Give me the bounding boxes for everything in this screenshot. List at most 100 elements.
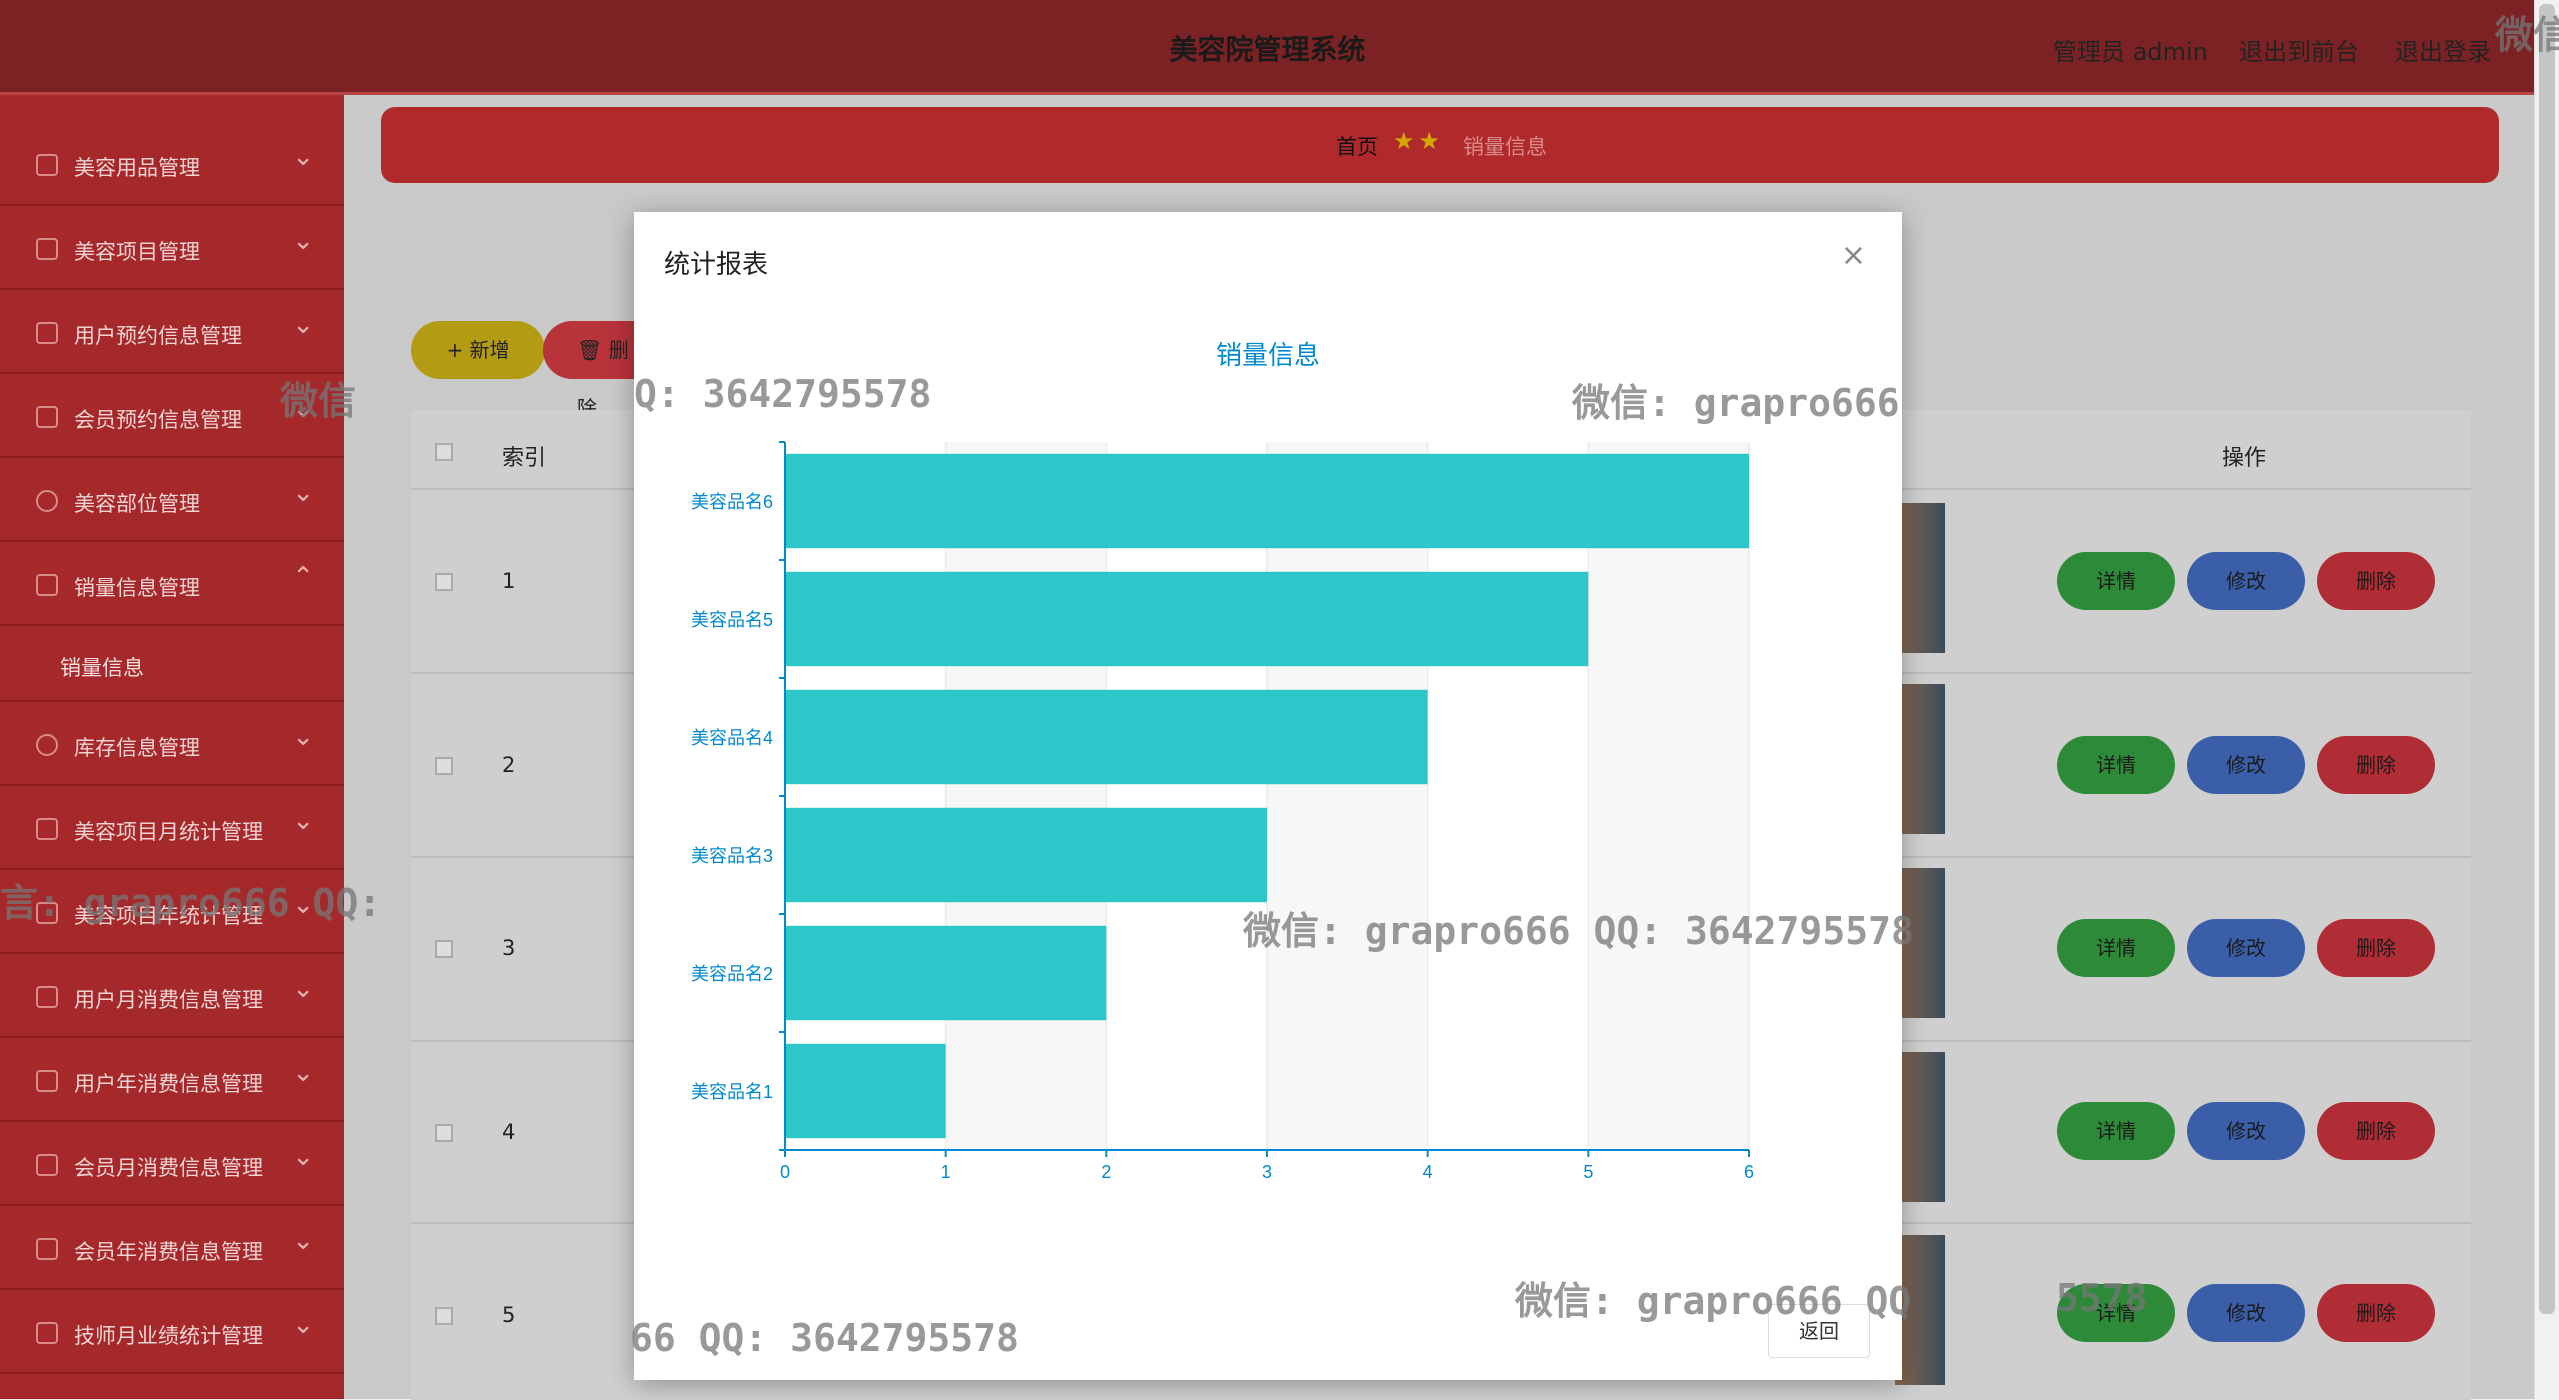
delete-button[interactable]: 🗑 删除 xyxy=(543,321,643,420)
row-checkbox[interactable] xyxy=(435,573,453,591)
row-checkbox[interactable] xyxy=(435,1124,453,1142)
sidebar-subitem-sales-info[interactable]: 销量信息 xyxy=(0,626,344,702)
chevron-down-icon: ⌄ xyxy=(292,310,314,340)
watermark-text: 微信: grapro666 QQ xyxy=(1515,1279,1912,1323)
watermark-text: 微信: grapro666 QQ: 3642795578 xyxy=(1243,909,1914,953)
sidebar-item-sales[interactable]: 销量信息管理 ⌃ xyxy=(0,542,344,626)
row-checkbox[interactable] xyxy=(435,1307,453,1325)
sidebar-item-body-parts[interactable]: 美容部位管理 ⌄ xyxy=(0,458,344,542)
row-index: 5 xyxy=(502,1303,516,1327)
product-thumbnail xyxy=(1895,503,1945,653)
sidebar-item-member-monthly[interactable]: 会员月消费信息管理 ⌄ xyxy=(0,1122,344,1206)
bar xyxy=(785,689,1428,785)
chevron-down-icon: ⌄ xyxy=(292,226,314,256)
gear-icon xyxy=(36,734,58,756)
sidebar-item-label: 美容项目管理 xyxy=(74,240,200,264)
report-icon xyxy=(36,1322,58,1344)
sidebar-item-beauty-supplies[interactable]: 美容用品管理 ⌄ xyxy=(0,122,344,206)
monitor-icon xyxy=(36,322,58,344)
y-tick-label: 美容品名1 xyxy=(691,1082,773,1102)
page-scrollbar[interactable] xyxy=(2534,0,2559,1399)
y-tick-label: 美容品名5 xyxy=(691,610,773,630)
sidebar-item-label: 会员年消费信息管理 xyxy=(74,1240,263,1264)
grid-icon xyxy=(36,1070,58,1092)
sidebar-item-label: 销量信息管理 xyxy=(74,576,200,600)
modal-title: 统计报表 xyxy=(664,250,769,280)
chevron-down-icon: ⌄ xyxy=(292,722,314,752)
bar xyxy=(785,807,1267,903)
breadcrumb-home[interactable]: 首页 xyxy=(1336,131,1378,161)
box-icon xyxy=(36,154,58,176)
sales-bar-chart: 销量信息 美容品名1 美容品名2 美容品名3 美容品名4 美容品名5 美容品名6 0 1 2 3 4… xyxy=(691,340,1754,1182)
phone-icon xyxy=(36,986,58,1008)
doc-icon xyxy=(36,238,58,260)
sidebar-item-user-yearly[interactable]: 用户年消费信息管理 ⌄ xyxy=(0,1038,344,1122)
detail-button[interactable]: 详情 xyxy=(2057,736,2175,794)
sidebar-item-label: 美容用品管理 xyxy=(74,156,200,180)
chat-icon xyxy=(36,1238,58,1260)
row-delete-button[interactable]: 删除 xyxy=(2317,1102,2435,1160)
flag-icon xyxy=(36,1154,58,1176)
edit-button[interactable]: 修改 xyxy=(2187,552,2305,610)
compass-icon xyxy=(36,490,58,512)
row-checkbox[interactable] xyxy=(435,757,453,775)
detail-button[interactable]: 详情 xyxy=(2057,552,2175,610)
row-index: 1 xyxy=(502,569,516,593)
row-delete-button[interactable]: 删除 xyxy=(2317,552,2435,610)
sidebar-item-user-monthly[interactable]: 用户月消费信息管理 ⌄ xyxy=(0,954,344,1038)
edit-button[interactable]: 修改 xyxy=(2187,736,2305,794)
select-all-checkbox[interactable] xyxy=(435,443,453,461)
bar xyxy=(785,925,1107,1021)
row-delete-button[interactable]: 删除 xyxy=(2317,919,2435,977)
row-index: 3 xyxy=(502,936,516,960)
sidebar-item-beauty-projects[interactable]: 美容项目管理 ⌄ xyxy=(0,206,344,290)
watermark-text: 言: grapro666 QQ: xyxy=(0,881,382,925)
sidebar-item-label: 用户月消费信息管理 xyxy=(74,988,263,1012)
close-icon[interactable]: × xyxy=(1841,238,1866,273)
chevron-down-icon: ⌄ xyxy=(292,806,314,836)
row-checkbox[interactable] xyxy=(435,940,453,958)
detail-button[interactable]: 详情 xyxy=(2057,1102,2175,1160)
sidebar-item-member-yearly[interactable]: 会员年消费信息管理 ⌄ xyxy=(0,1206,344,1290)
breadcrumb: 首页 ★★ 销量信息 xyxy=(381,107,2499,183)
edit-button[interactable]: 修改 xyxy=(2187,1284,2305,1342)
chevron-down-icon: ⌄ xyxy=(292,1142,314,1172)
y-tick-label: 美容品名3 xyxy=(691,846,773,866)
row-index: 4 xyxy=(502,1120,516,1144)
watermark-text: 微信 xyxy=(280,379,357,423)
column-header-action: 操作 xyxy=(2222,446,2267,471)
edit-button[interactable]: 修改 xyxy=(2187,1102,2305,1160)
sidebar-item-label: 库存信息管理 xyxy=(74,736,200,760)
row-delete-button[interactable]: 删除 xyxy=(2317,736,2435,794)
sidebar-item-project-monthly[interactable]: 美容项目月统计管理 ⌄ xyxy=(0,786,344,870)
row-index: 2 xyxy=(502,753,516,777)
y-tick-label: 美容品名2 xyxy=(691,964,773,984)
y-tick-label: 美容品名4 xyxy=(691,728,773,748)
sidebar-item-technician-monthly[interactable]: 技师月业绩统计管理 ⌄ xyxy=(0,1290,344,1374)
scrollbar-thumb[interactable] xyxy=(2539,4,2555,1314)
detail-button[interactable]: 详情 xyxy=(2057,919,2175,977)
watermark-text: 5578 xyxy=(2056,1276,2148,1320)
sidebar-item-user-booking[interactable]: 用户预约信息管理 ⌄ xyxy=(0,290,344,374)
sidebar-item-label: 用户年消费信息管理 xyxy=(74,1072,263,1096)
sidebar-item-label: 美容项目月统计管理 xyxy=(74,820,263,844)
row-delete-button[interactable]: 删除 xyxy=(2317,1284,2435,1342)
logout-link[interactable]: 退出登录 xyxy=(2395,32,2491,67)
bar xyxy=(785,453,1749,549)
chevron-down-icon: ⌄ xyxy=(292,142,314,172)
sidebar-item-label: 会员预约信息管理 xyxy=(74,408,242,432)
watermark-text: 66 QQ: 3642795578 xyxy=(630,1316,1019,1360)
bar xyxy=(785,1043,946,1139)
sidebar-item-label: 技师月业绩统计管理 xyxy=(74,1324,263,1348)
admin-user-link[interactable]: 管理员 admin xyxy=(2053,32,2208,67)
mail-icon xyxy=(36,818,58,840)
sidebar-item-inventory[interactable]: 库存信息管理 ⌄ xyxy=(0,702,344,786)
sidebar-item-label: 美容部位管理 xyxy=(74,492,200,516)
trash-icon: 🗑 xyxy=(577,338,603,362)
add-button[interactable]: + 新增 xyxy=(411,321,545,379)
exit-to-front-link[interactable]: 退出到前台 xyxy=(2239,32,2359,67)
chevron-up-icon: ⌃ xyxy=(292,562,314,592)
chevron-down-icon: ⌄ xyxy=(292,1310,314,1340)
edit-button[interactable]: 修改 xyxy=(2187,919,2305,977)
sidebar-subitem-label: 销量信息 xyxy=(60,656,144,680)
